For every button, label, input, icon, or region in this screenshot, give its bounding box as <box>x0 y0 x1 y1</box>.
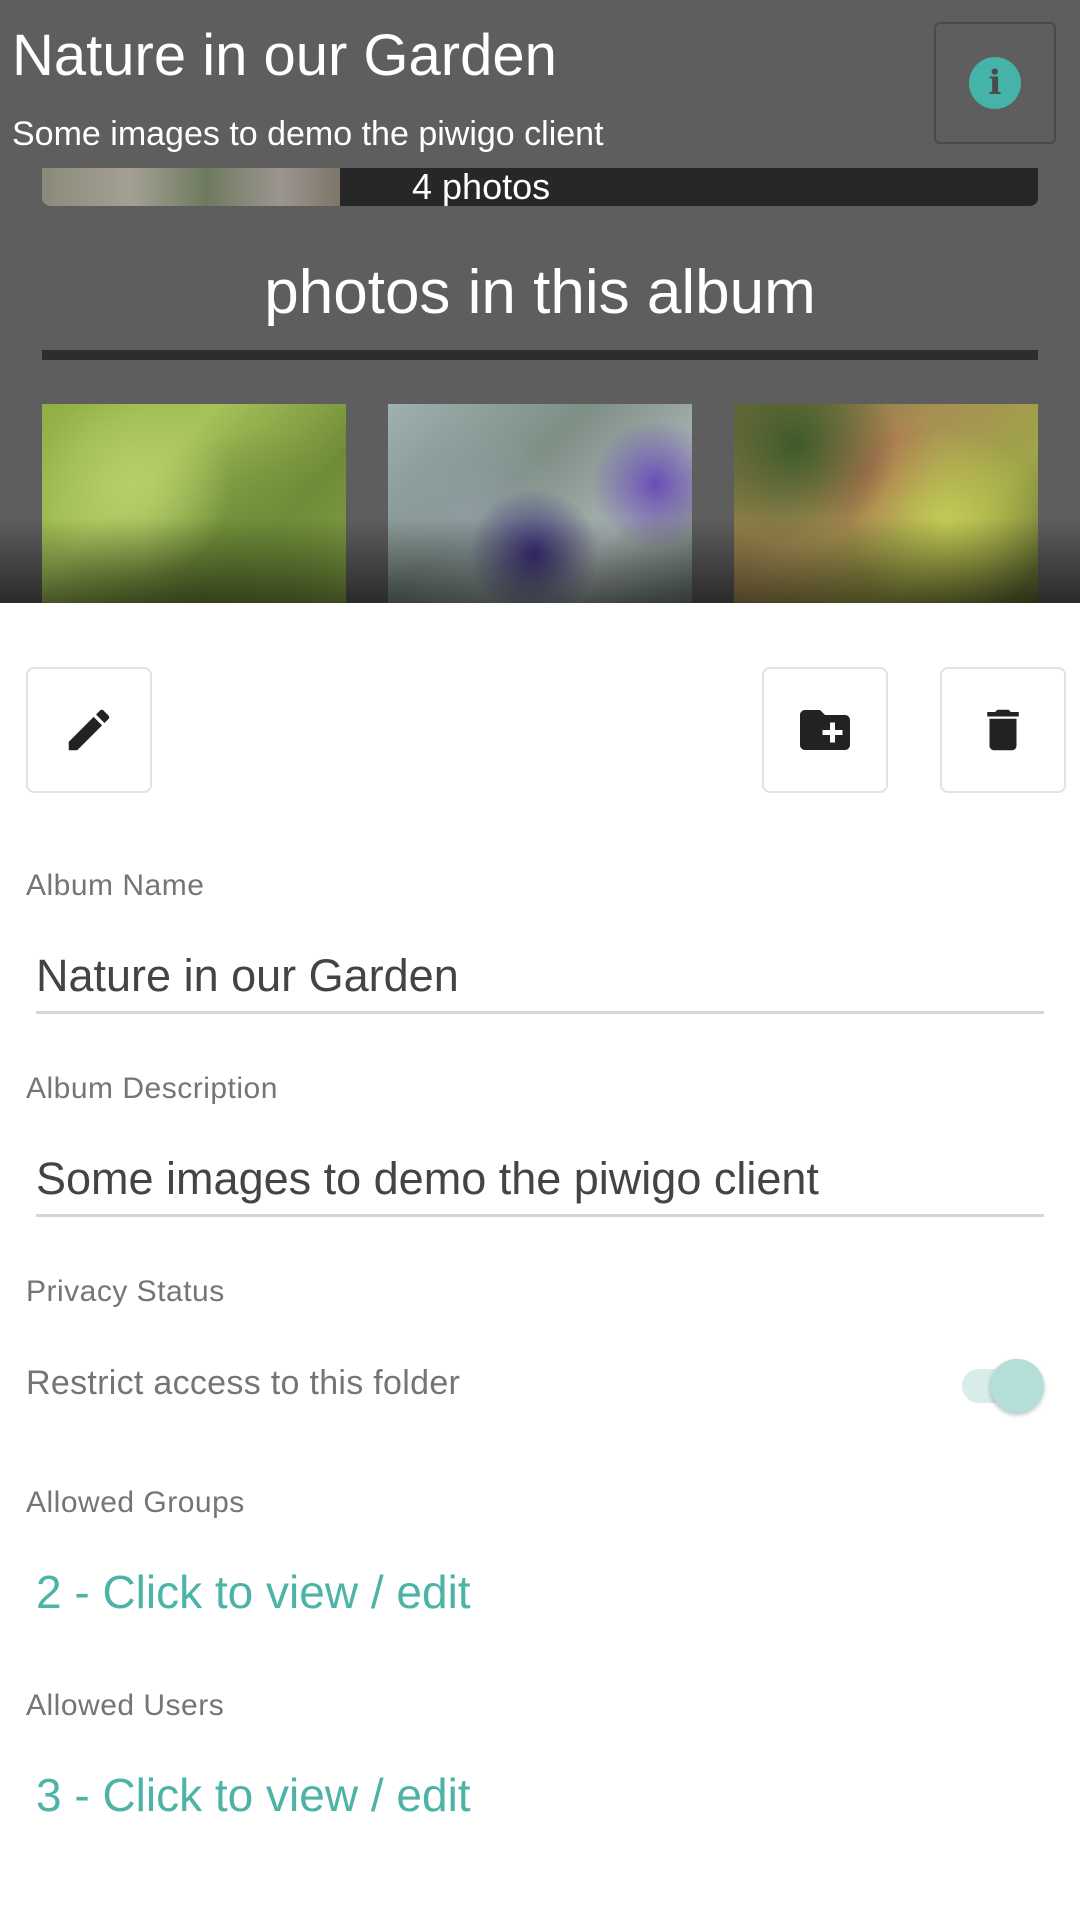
album-subtitle: Some images to demo the piwigo client <box>12 115 604 153</box>
delete-button[interactable] <box>940 667 1066 793</box>
allowed-users-label: Allowed Users <box>26 1689 225 1722</box>
album-name-underline <box>36 1011 1044 1014</box>
restrict-access-toggle-knob[interactable] <box>990 1359 1044 1413</box>
add-folder-button[interactable] <box>762 667 888 793</box>
album-name-label: Album Name <box>26 869 205 902</box>
pencil-icon <box>68 709 110 751</box>
album-description-field[interactable]: Some images to demo the piwigo client <box>36 1151 1042 1207</box>
sub-album-photo-count: 4 photos <box>412 168 551 206</box>
section-divider <box>42 350 1038 360</box>
info-button[interactable]: i <box>934 22 1056 144</box>
info-icon: i <box>969 57 1021 109</box>
album-description-underline <box>36 1214 1044 1217</box>
allowed-groups-label: Allowed Groups <box>26 1486 245 1519</box>
restrict-access-label: Restrict access to this folder <box>26 1364 461 1402</box>
allowed-users-link[interactable]: 3 - Click to view / edit <box>36 1767 471 1823</box>
folder-plus-icon <box>800 710 850 750</box>
album-description-label: Album Description <box>26 1072 278 1105</box>
trash-icon <box>987 709 1019 751</box>
privacy-status-label: Privacy Status <box>26 1275 225 1308</box>
edit-button[interactable] <box>26 667 152 793</box>
album-overview: Nature in our Garden Some images to demo… <box>0 0 1080 603</box>
allowed-groups-link[interactable]: 2 - Click to view / edit <box>36 1564 471 1620</box>
photo-thumbnail[interactable] <box>734 404 1038 603</box>
photo-thumbnail[interactable] <box>42 404 346 603</box>
album-name-field[interactable]: Nature in our Garden <box>36 948 1042 1004</box>
sub-album-card[interactable]: 4 photos <box>42 168 1038 206</box>
album-title: Nature in our Garden <box>12 23 557 88</box>
photo-thumbnail[interactable] <box>388 404 692 603</box>
photos-section-heading: photos in this album <box>264 258 816 327</box>
sub-album-thumbnail <box>42 168 340 206</box>
album-properties-sheet: Album Name Nature in our Garden Album De… <box>0 603 1080 1920</box>
